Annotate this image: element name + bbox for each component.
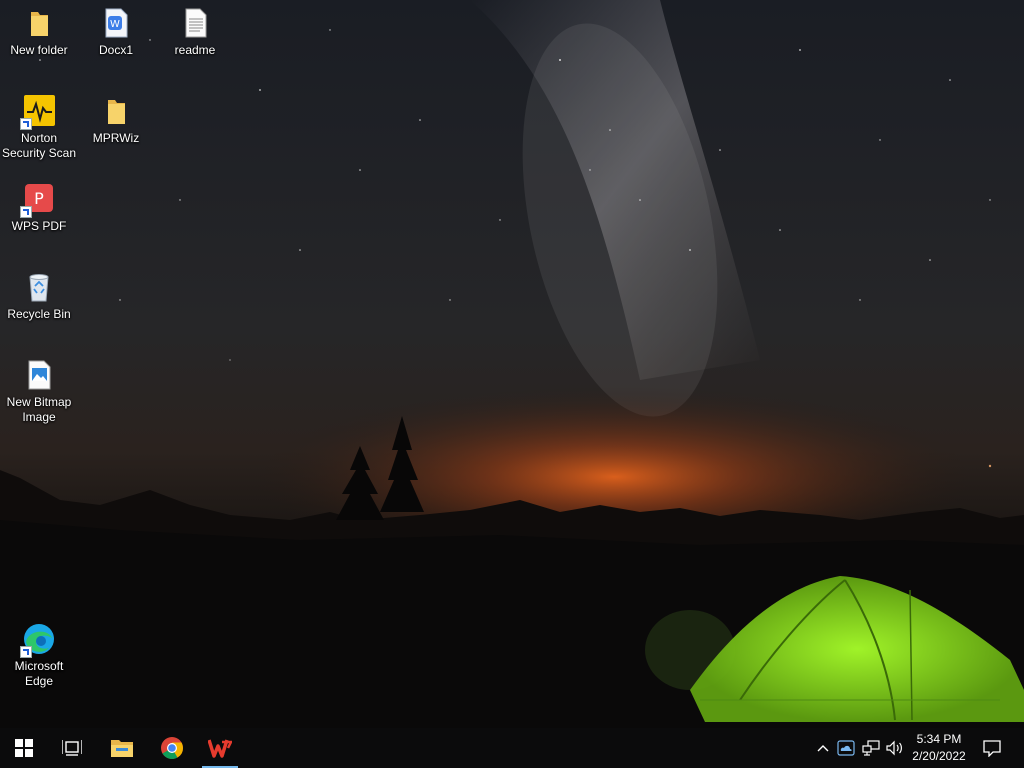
chevron-up-icon	[817, 745, 829, 752]
desktop-icon-new-folder[interactable]: New folder	[1, 6, 77, 58]
norton-icon	[20, 94, 56, 130]
folder-icon	[99, 94, 133, 128]
desktop-icon-label: Microsoft Edge	[14, 659, 64, 688]
bitmap-image-icon	[22, 358, 56, 392]
task-view-icon	[62, 740, 82, 756]
onedrive-tray-button[interactable]	[836, 738, 856, 758]
wps-office-icon	[208, 739, 232, 758]
desktop-icon-mprwiz[interactable]: MPRWiz	[78, 94, 154, 146]
desktop-icon-recycle-bin[interactable]: Recycle Bin	[1, 270, 77, 322]
desktop-icon-label: Recycle Bin	[7, 307, 71, 321]
desktop-icon-docx1[interactable]: W Docx1	[78, 6, 154, 58]
action-center-button[interactable]	[982, 738, 1002, 758]
desktop-icon-norton-security-scan[interactable]: Norton Security Scan	[1, 94, 77, 161]
start-button[interactable]	[0, 728, 48, 768]
wps-office-button[interactable]	[198, 728, 242, 768]
volume-icon	[886, 740, 902, 756]
action-center-icon	[983, 740, 1001, 757]
folder-icon	[22, 6, 56, 40]
desktop-icon-label: readme	[174, 43, 216, 57]
taskbar: 5:34 PM 2/20/2022	[0, 728, 1024, 768]
desktop-icon-new-bitmap-image[interactable]: New Bitmap Image	[1, 358, 77, 425]
shortcut-arrow-icon	[20, 646, 32, 658]
shortcut-arrow-icon	[20, 206, 32, 218]
desktop-icon-label: MPRWiz	[92, 131, 140, 145]
network-tray-button[interactable]	[861, 738, 881, 758]
edge-icon	[20, 622, 56, 658]
desktop-icon-label: Docx1	[98, 43, 133, 57]
volume-tray-button[interactable]	[885, 738, 905, 758]
wps-writer-doc-icon: W	[99, 6, 133, 40]
chrome-button[interactable]	[148, 728, 196, 768]
wps-pdf-icon: P	[20, 182, 56, 218]
desktop-icon-label: New Bitmap Image	[6, 395, 72, 424]
file-explorer-icon	[111, 740, 133, 757]
shortcut-arrow-icon	[20, 118, 32, 130]
text-document-icon	[178, 6, 212, 40]
task-view-button[interactable]	[48, 728, 96, 768]
desktop-icon-microsoft-edge[interactable]: Microsoft Edge	[1, 622, 77, 689]
show-hidden-icons-button[interactable]	[813, 738, 833, 758]
windows-logo-icon	[15, 739, 33, 757]
svg-text:P: P	[34, 189, 44, 208]
chrome-icon	[161, 737, 183, 759]
desktop-icon-readme[interactable]: readme	[157, 6, 233, 58]
svg-text:W: W	[110, 19, 120, 30]
desktop-icon-label: WPS PDF	[11, 219, 67, 233]
desktop-icon-wps-pdf[interactable]: P WPS PDF	[1, 182, 77, 234]
clock[interactable]: 5:34 PM 2/20/2022	[904, 731, 974, 765]
clock-date: 2/20/2022	[912, 749, 966, 763]
recycle-bin-icon	[22, 270, 56, 304]
desktop-icon-label: New folder	[10, 43, 68, 57]
network-icon	[862, 740, 880, 756]
onedrive-icon	[837, 740, 855, 756]
file-explorer-button[interactable]	[98, 728, 146, 768]
clock-time: 5:34 PM	[916, 732, 962, 746]
desktop-icon-label: Norton Security Scan	[1, 131, 77, 160]
